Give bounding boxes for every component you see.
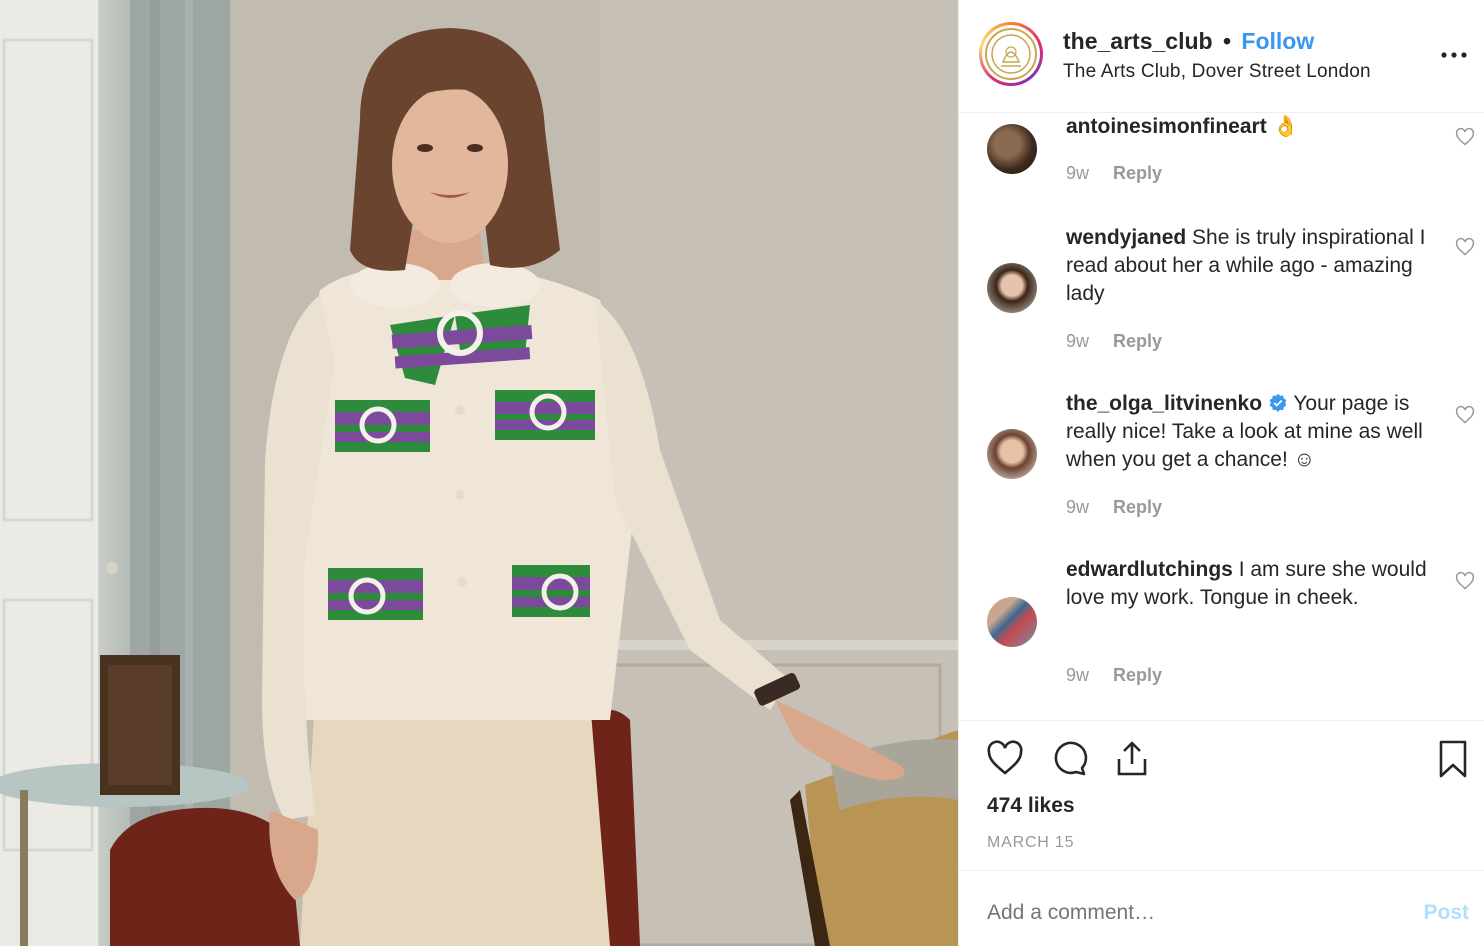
- comment-like-heart-icon[interactable]: [1455, 571, 1475, 591]
- save-bookmark-icon[interactable]: [1433, 739, 1473, 779]
- comment-bubble-icon[interactable]: [1049, 739, 1089, 779]
- commenter-avatar[interactable]: [987, 597, 1037, 647]
- comment-like-heart-icon[interactable]: [1455, 127, 1475, 147]
- like-heart-icon[interactable]: [985, 739, 1025, 779]
- more-options-button[interactable]: [1439, 40, 1469, 70]
- likes-count[interactable]: 474 likes: [987, 794, 1075, 818]
- verified-badge-icon: [1269, 393, 1287, 412]
- comment-time[interactable]: 9w: [1066, 665, 1089, 685]
- comment-time[interactable]: 9w: [1066, 497, 1089, 517]
- post-panel: the_arts_club • Follow The Arts Club, Do…: [958, 0, 1484, 946]
- commenter-avatar[interactable]: [987, 124, 1037, 174]
- post-comment-button[interactable]: Post: [1423, 901, 1469, 925]
- post-actions: 474 likes MARCH 15: [959, 720, 1484, 870]
- header-text: the_arts_club • Follow The Arts Club, Do…: [1063, 28, 1371, 83]
- post-header: the_arts_club • Follow The Arts Club, Do…: [959, 0, 1484, 113]
- comment-username[interactable]: the_olga_litvinenko: [1066, 392, 1262, 415]
- comment-username[interactable]: antoinesimonfineart: [1066, 115, 1267, 138]
- commenter-avatar[interactable]: [987, 263, 1037, 313]
- comment-username[interactable]: wendyjaned: [1066, 226, 1186, 249]
- post-photo[interactable]: [0, 0, 958, 946]
- account-avatar[interactable]: [979, 22, 1043, 86]
- header-separator: •: [1222, 28, 1232, 54]
- account-username[interactable]: the_arts_club: [1063, 28, 1213, 54]
- reply-button[interactable]: Reply: [1113, 163, 1162, 183]
- comment-time[interactable]: 9w: [1066, 331, 1089, 351]
- comments-list[interactable]: antoinesimonfineart 👌 9w Reply wendyjaned…: [959, 113, 1484, 720]
- comment-input[interactable]: [987, 901, 1387, 925]
- reply-button[interactable]: Reply: [1113, 665, 1162, 685]
- comment-like-heart-icon[interactable]: [1455, 237, 1475, 257]
- arts-club-crest-icon: [991, 34, 1031, 74]
- reply-button[interactable]: Reply: [1113, 497, 1162, 517]
- comment-text: 👌: [1266, 115, 1299, 138]
- comment-time[interactable]: 9w: [1066, 163, 1089, 183]
- comment-username[interactable]: edwardlutchings: [1066, 558, 1233, 581]
- follow-button[interactable]: Follow: [1241, 28, 1314, 54]
- arts-club-logo: [985, 28, 1037, 80]
- post-date[interactable]: MARCH 15: [987, 834, 1074, 852]
- add-comment-bar: Post: [959, 870, 1484, 946]
- comment-like-heart-icon[interactable]: [1455, 405, 1475, 425]
- more-dots-icon: [1441, 52, 1467, 58]
- post-location[interactable]: The Arts Club, Dover Street London: [1063, 61, 1371, 83]
- post-photo-illustration: [0, 0, 958, 946]
- share-icon[interactable]: [1112, 739, 1152, 779]
- commenter-avatar[interactable]: [987, 429, 1037, 479]
- reply-button[interactable]: Reply: [1113, 331, 1162, 351]
